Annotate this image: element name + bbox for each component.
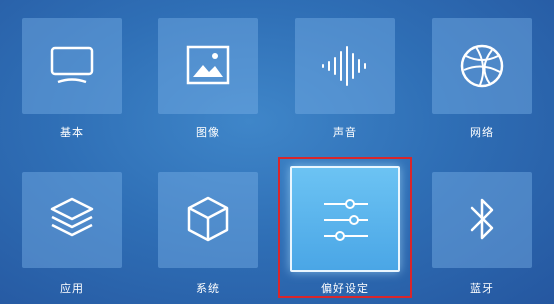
tile-network[interactable] [432,18,532,114]
tile-image[interactable] [158,18,258,114]
tile-apps[interactable] [22,172,122,268]
cube-icon [187,196,229,242]
selection-highlight-box [278,157,412,298]
monitor-icon [50,46,94,84]
sound-wave-icon [322,46,366,86]
tile-sound-label: 声音 [333,126,357,139]
tile-bluetooth[interactable] [432,172,532,268]
bluetooth-icon [470,198,494,240]
tile-system-label: 系统 [196,282,220,295]
tile-apps-label: 应用 [60,282,84,295]
tile-image-label: 图像 [196,126,220,139]
layers-icon [50,197,94,237]
tile-basic[interactable] [22,18,122,114]
tile-bluetooth-label: 蓝牙 [470,282,494,295]
image-icon [186,45,230,85]
globe-icon [460,44,504,88]
tile-system[interactable] [158,172,258,268]
tile-basic-label: 基本 [60,126,84,139]
tile-network-label: 网络 [470,126,494,139]
tile-sound[interactable] [295,18,395,114]
